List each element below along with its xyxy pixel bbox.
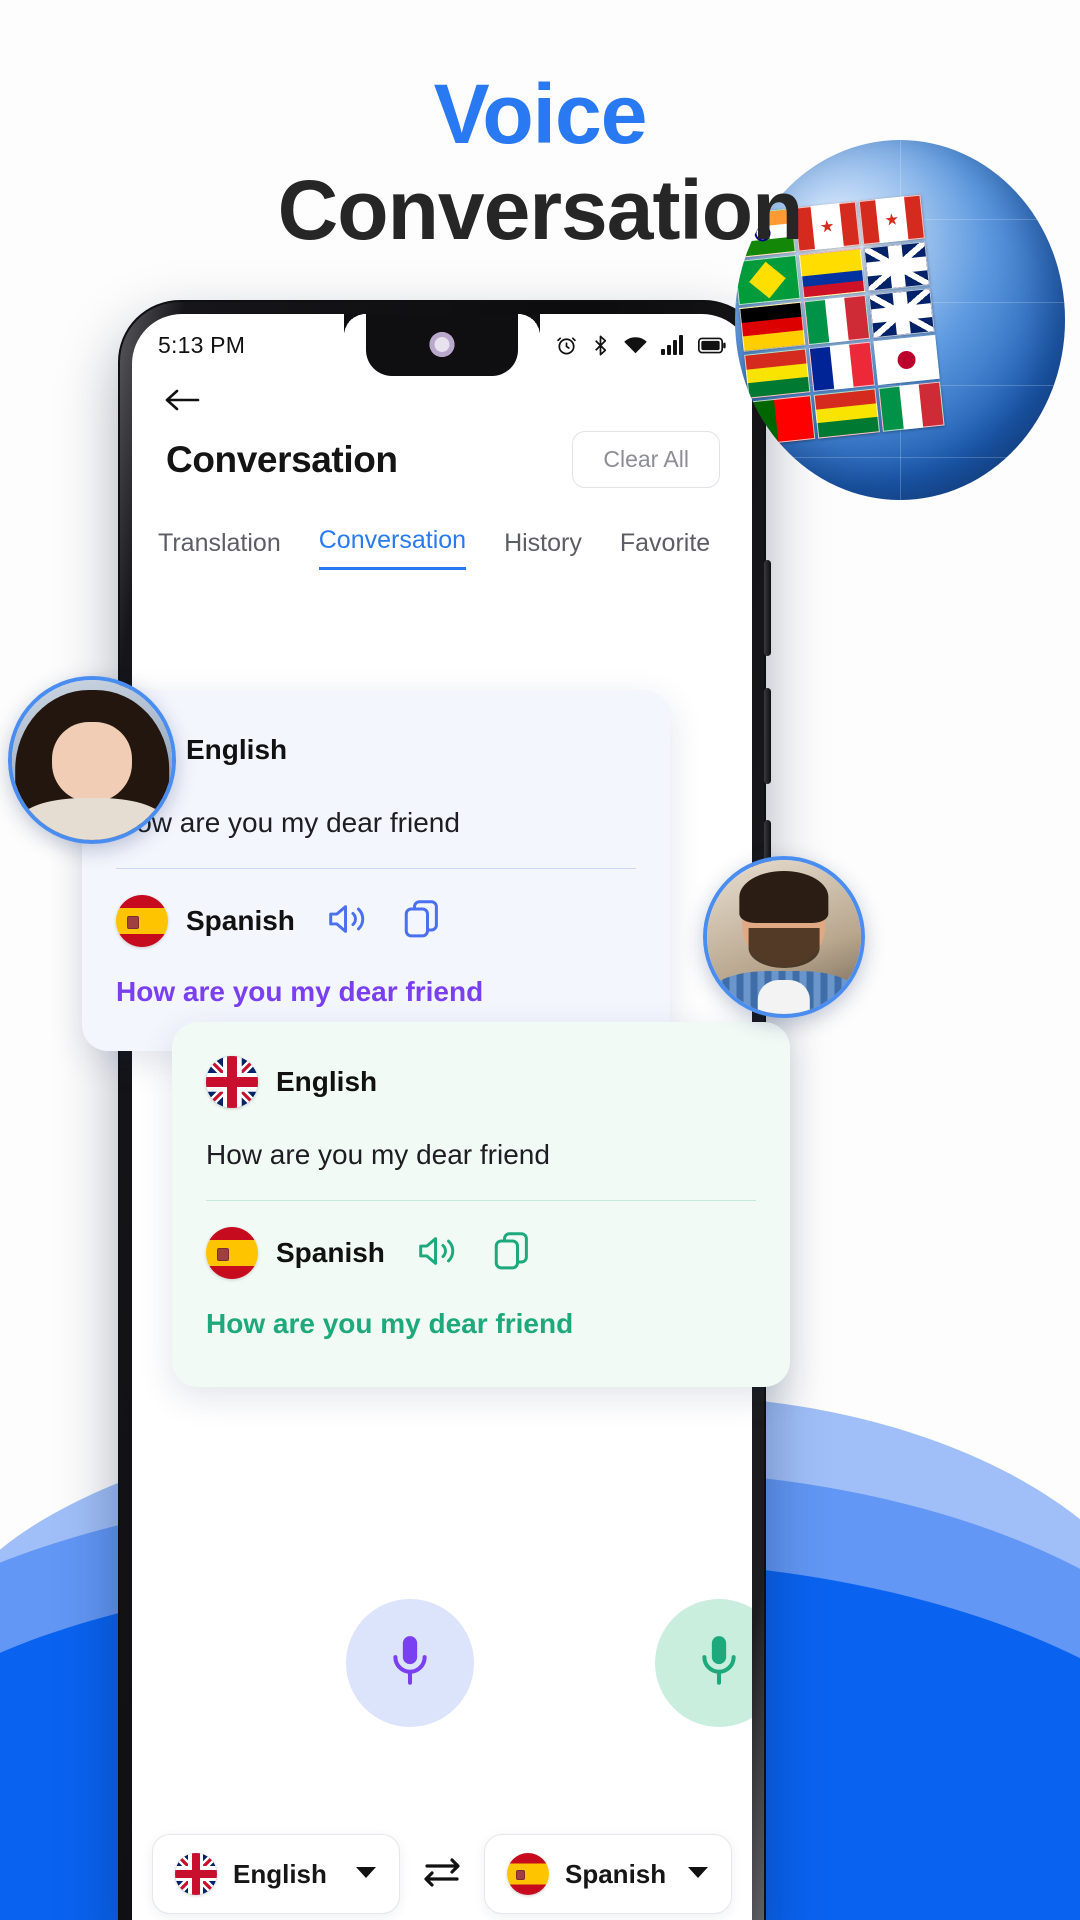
signal-icon bbox=[661, 335, 685, 355]
card2-source-text: How are you my dear friend bbox=[206, 1139, 550, 1170]
battery-icon bbox=[698, 337, 726, 354]
status-icons bbox=[555, 334, 726, 357]
copy-icon[interactable] bbox=[493, 1231, 531, 1276]
headline-line-2: Conversation bbox=[277, 163, 804, 258]
globe-latitude bbox=[735, 456, 1065, 458]
card1-source-text: How are you my dear friend bbox=[116, 807, 460, 838]
target-language-label: Spanish bbox=[565, 1858, 667, 1889]
back-row bbox=[132, 376, 752, 421]
headline-line-1: Voice bbox=[433, 67, 648, 161]
card1-target-row: Spanish bbox=[116, 895, 636, 948]
chevron-down-icon[interactable] bbox=[687, 1865, 709, 1884]
card1-target-language: Spanish bbox=[186, 905, 295, 937]
card1-translated-text: How are you my dear friend bbox=[116, 976, 484, 1008]
card1-source-language: English bbox=[186, 734, 288, 765]
target-language-selector[interactable]: Spanish bbox=[484, 1834, 732, 1914]
avatar-man bbox=[703, 856, 865, 1018]
flag-spain-icon bbox=[206, 1227, 258, 1280]
speaker-icon[interactable] bbox=[327, 900, 369, 943]
flag-uk-icon bbox=[206, 1056, 258, 1108]
tab-conversation[interactable]: Conversation bbox=[318, 526, 467, 570]
promo-headline: Voice Conversation bbox=[0, 70, 1080, 263]
microphone-icon bbox=[697, 1633, 741, 1694]
phone-button bbox=[764, 560, 771, 656]
clear-all-button[interactable]: Clear All bbox=[572, 431, 720, 488]
title-row: Conversation Clear All bbox=[132, 421, 752, 488]
source-language-label: English bbox=[233, 1858, 327, 1889]
card2-divider bbox=[206, 1199, 756, 1202]
flag-spain-icon bbox=[507, 1853, 549, 1895]
promo-screenshot: Voice Conversation 5:13 PM Conversation … bbox=[0, 0, 1080, 1920]
microphone-button-target[interactable] bbox=[655, 1599, 752, 1727]
microphone-button-source[interactable] bbox=[346, 1599, 474, 1727]
tab-translation[interactable]: Translation bbox=[158, 529, 281, 570]
card2-source-language: English bbox=[276, 1066, 378, 1097]
back-arrow-icon[interactable] bbox=[162, 384, 202, 418]
card1-divider bbox=[116, 867, 636, 870]
copy-icon[interactable] bbox=[403, 899, 441, 944]
bluetooth-icon bbox=[591, 334, 610, 357]
card2-source-row: English bbox=[206, 1056, 756, 1108]
language-selector-bar: English Spanish bbox=[132, 1834, 752, 1914]
card2-translated-text: How are you my dear friend bbox=[206, 1308, 574, 1340]
status-time: 5:13 PM bbox=[158, 331, 246, 358]
speaker-icon[interactable] bbox=[417, 1232, 459, 1275]
avatar-woman bbox=[8, 676, 176, 844]
chevron-down-icon[interactable] bbox=[355, 1865, 377, 1884]
source-language-selector[interactable]: English bbox=[152, 1834, 400, 1914]
swap-arrows-icon bbox=[419, 1853, 465, 1896]
tab-bar: Translation Conversation History Favorit… bbox=[132, 526, 752, 570]
phone-button bbox=[764, 688, 771, 784]
card2-target-row: Spanish bbox=[206, 1227, 756, 1280]
flag-uk-icon bbox=[175, 1853, 217, 1895]
app-header: Conversation Clear All bbox=[132, 376, 752, 488]
swap-languages-button[interactable] bbox=[414, 1853, 470, 1896]
front-camera-icon bbox=[429, 332, 455, 357]
microphone-icon bbox=[388, 1633, 432, 1694]
page-title: Conversation bbox=[166, 438, 398, 480]
wifi-icon bbox=[623, 335, 648, 355]
flag-spain-icon bbox=[116, 895, 168, 948]
conversation-card-2[interactable]: English How are you my dear friend Spani… bbox=[172, 1022, 790, 1388]
alarm-icon bbox=[555, 334, 578, 357]
tab-history[interactable]: History bbox=[504, 529, 582, 570]
tab-favorite[interactable]: Favorite bbox=[620, 529, 710, 570]
card1-source-row: English bbox=[116, 724, 636, 776]
card2-target-language: Spanish bbox=[276, 1237, 385, 1269]
